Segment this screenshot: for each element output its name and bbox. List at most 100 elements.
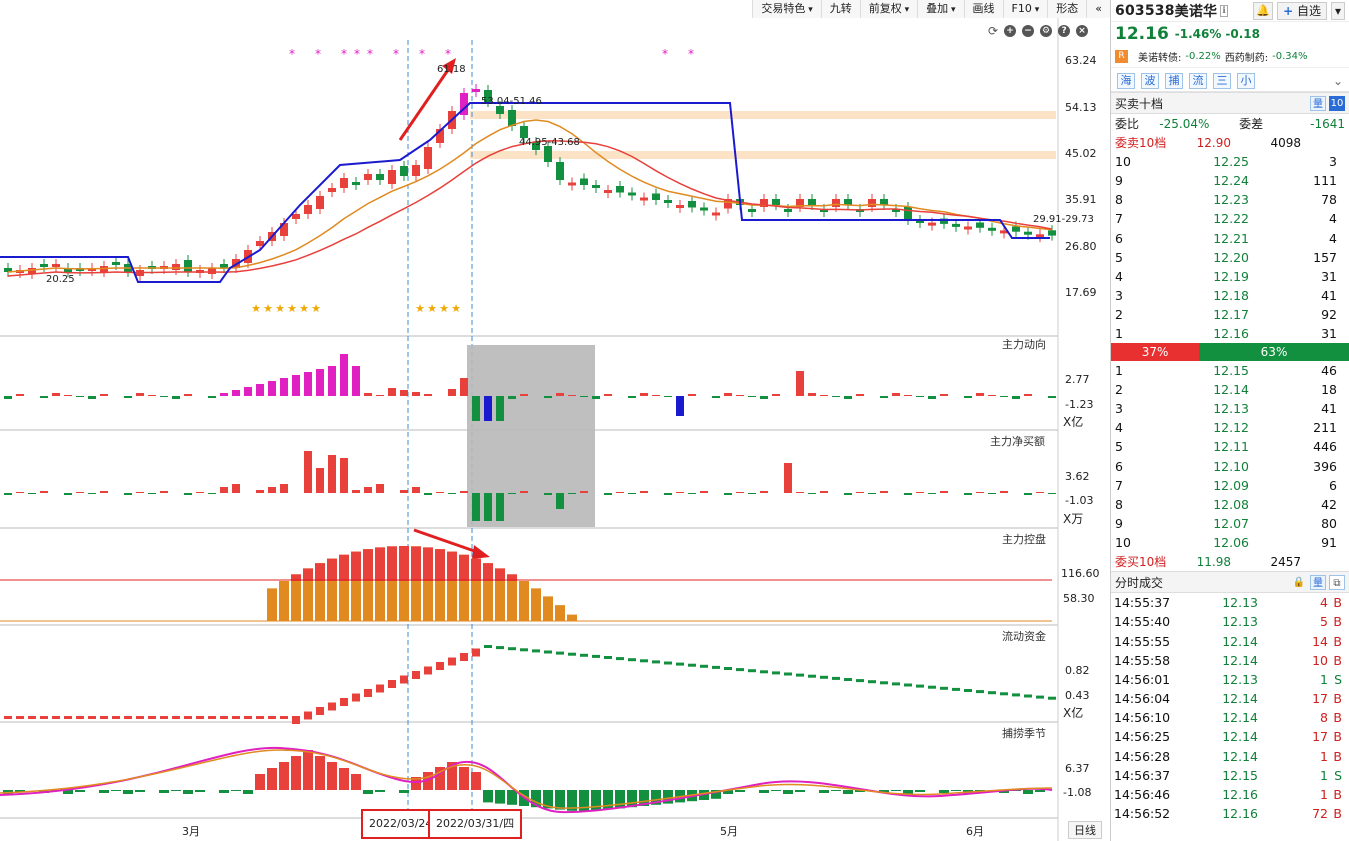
settings-icon[interactable]: ⚙ bbox=[1040, 25, 1053, 37]
order-level-price: 12.16 bbox=[1213, 325, 1249, 341]
control-bar bbox=[555, 605, 565, 621]
candle-body bbox=[604, 190, 612, 193]
order-level-price: 12.17 bbox=[1213, 306, 1249, 322]
order-level-row[interactable]: 1 12.15 46 bbox=[1111, 361, 1349, 380]
trend-bar bbox=[160, 396, 168, 397]
volume-toggle-button[interactable]: 量 bbox=[1310, 574, 1326, 590]
toolbar-button[interactable]: F10 bbox=[1002, 0, 1048, 18]
trade-volume: 1 bbox=[1320, 787, 1328, 803]
toolbar-button[interactable]: 九转 bbox=[820, 0, 860, 18]
season-bar bbox=[579, 790, 589, 812]
buy-total-volume: 2457 bbox=[1270, 554, 1301, 569]
netbuy-bar bbox=[64, 493, 72, 495]
candle-body bbox=[40, 264, 48, 267]
help-icon[interactable]: ? bbox=[1058, 25, 1071, 37]
tag-button[interactable]: 三 bbox=[1213, 72, 1231, 89]
order-level-row[interactable]: 4 12.19 31 bbox=[1111, 267, 1349, 286]
bell-icon[interactable]: 🔔 bbox=[1253, 1, 1274, 20]
toolbar-button[interactable]: 交易特色 bbox=[752, 0, 821, 18]
liquidity-bar bbox=[580, 653, 588, 657]
trade-time: 14:56:04 bbox=[1114, 691, 1171, 707]
liquidity-bar bbox=[844, 678, 852, 681]
period-selector[interactable]: 日线 bbox=[1068, 821, 1102, 839]
candle-body bbox=[256, 241, 264, 246]
trade-side: S bbox=[1334, 671, 1342, 687]
expand-icon[interactable]: ⌄ bbox=[1333, 74, 1343, 88]
trade-side: B bbox=[1333, 710, 1342, 726]
tag-button[interactable]: 波 bbox=[1141, 72, 1159, 89]
order-level-row[interactable]: 3 12.18 41 bbox=[1111, 286, 1349, 305]
candle-body bbox=[652, 193, 660, 200]
order-level-row[interactable]: 2 12.14 18 bbox=[1111, 380, 1349, 399]
tag-button[interactable]: 小 bbox=[1237, 72, 1255, 89]
order-level-row[interactable]: 9 12.07 80 bbox=[1111, 514, 1349, 533]
trade-price: 12.16 bbox=[1222, 787, 1258, 803]
sector-label[interactable]: 西药制药: bbox=[1225, 49, 1268, 64]
order-level-row[interactable]: 4 12.12 211 bbox=[1111, 418, 1349, 437]
trend-bar bbox=[64, 395, 72, 396]
kline-chart-area[interactable]: **********★★★★★★★★★★ 交易特色九转前复权叠加画线F10形态«… bbox=[0, 0, 1110, 841]
kline-chart-canvas[interactable]: * * * * * * * * * *★ ★ ★ ★ ★ ★ ★ ★ ★ ★ bbox=[0, 0, 1110, 841]
order-level-row[interactable]: 5 12.20 157 bbox=[1111, 248, 1349, 267]
refresh-icon[interactable]: ⟳ bbox=[988, 24, 998, 38]
close-icon[interactable]: × bbox=[1076, 25, 1089, 37]
order-level-row[interactable]: 9 12.24 111 bbox=[1111, 171, 1349, 190]
toolbar-button[interactable]: 形态 bbox=[1047, 0, 1087, 18]
order-level-row[interactable]: 3 12.13 41 bbox=[1111, 399, 1349, 418]
tag-button[interactable]: 海 bbox=[1117, 72, 1135, 89]
order-level-index: 7 bbox=[1115, 211, 1123, 227]
tag-button[interactable]: 流 bbox=[1189, 72, 1207, 89]
trade-side: B bbox=[1333, 729, 1342, 745]
order-level-row[interactable]: 10 12.06 91 bbox=[1111, 533, 1349, 552]
toolbar-button[interactable]: 前复权 bbox=[859, 0, 918, 18]
chevron-down-icon[interactable]: ▾ bbox=[1330, 1, 1345, 20]
order-level-row[interactable]: 6 12.21 4 bbox=[1111, 228, 1349, 247]
trend-bar bbox=[16, 394, 24, 396]
add-watchlist-button[interactable]: + 自选 bbox=[1277, 1, 1327, 20]
trend-bar bbox=[580, 396, 588, 397]
month-label: 6月 bbox=[966, 825, 984, 838]
zoom-in-icon[interactable]: + bbox=[1004, 25, 1017, 37]
candle-body bbox=[412, 165, 420, 176]
order-level-index: 8 bbox=[1115, 192, 1123, 208]
netbuy-bar bbox=[436, 492, 444, 493]
order-level-row[interactable]: 5 12.11 446 bbox=[1111, 437, 1349, 456]
sell-total-price: 12.90 bbox=[1196, 135, 1231, 150]
lock-icon[interactable]: 🔒 bbox=[1291, 575, 1307, 590]
candle-body bbox=[688, 201, 696, 208]
order-level-row[interactable]: 10 12.25 3 bbox=[1111, 152, 1349, 171]
order-level-row[interactable]: 7 12.22 4 bbox=[1111, 209, 1349, 228]
depth-10-button[interactable]: 10 bbox=[1329, 95, 1345, 111]
toolbar-button[interactable]: 叠加 bbox=[917, 0, 964, 18]
order-level-row[interactable]: 1 12.16 31 bbox=[1111, 324, 1349, 343]
netbuy-bar bbox=[184, 493, 192, 495]
popout-icon[interactable]: ⧉ bbox=[1329, 574, 1345, 590]
order-level-row[interactable]: 2 12.17 92 bbox=[1111, 305, 1349, 324]
tag-button[interactable]: 捕 bbox=[1165, 72, 1183, 89]
liquidity-bar bbox=[472, 648, 480, 657]
trade-volume: 1 bbox=[1320, 767, 1328, 783]
toolbar-button[interactable]: 画线 bbox=[963, 0, 1003, 18]
candle-body bbox=[304, 205, 312, 214]
order-level-row[interactable]: 8 12.08 42 bbox=[1111, 495, 1349, 514]
volume-toggle-button[interactable]: 量 bbox=[1310, 95, 1326, 111]
signal-star: ★ bbox=[251, 302, 261, 315]
info-icon[interactable]: ℹ bbox=[1220, 4, 1228, 17]
order-level-row[interactable]: 8 12.23 78 bbox=[1111, 190, 1349, 209]
order-level-row[interactable]: 6 12.10 396 bbox=[1111, 457, 1349, 476]
liquidity-bar bbox=[976, 690, 984, 694]
candle-body bbox=[52, 264, 60, 267]
liquidity-bar bbox=[40, 716, 48, 719]
trend-bar bbox=[688, 394, 696, 396]
collapse-panel-button[interactable]: « bbox=[1086, 0, 1110, 18]
zoom-out-icon[interactable]: − bbox=[1022, 25, 1035, 37]
trend-bar bbox=[460, 378, 468, 396]
liquidity-bar bbox=[1024, 694, 1032, 698]
liquidity-bar bbox=[556, 651, 564, 655]
season-bar bbox=[363, 790, 373, 794]
order-level-volume: 157 bbox=[1313, 249, 1337, 265]
liquidity-bar bbox=[628, 658, 636, 662]
control-bar-top bbox=[399, 546, 409, 581]
bond-label[interactable]: 美诺转债: bbox=[1138, 49, 1181, 64]
order-level-row[interactable]: 7 12.09 6 bbox=[1111, 476, 1349, 495]
